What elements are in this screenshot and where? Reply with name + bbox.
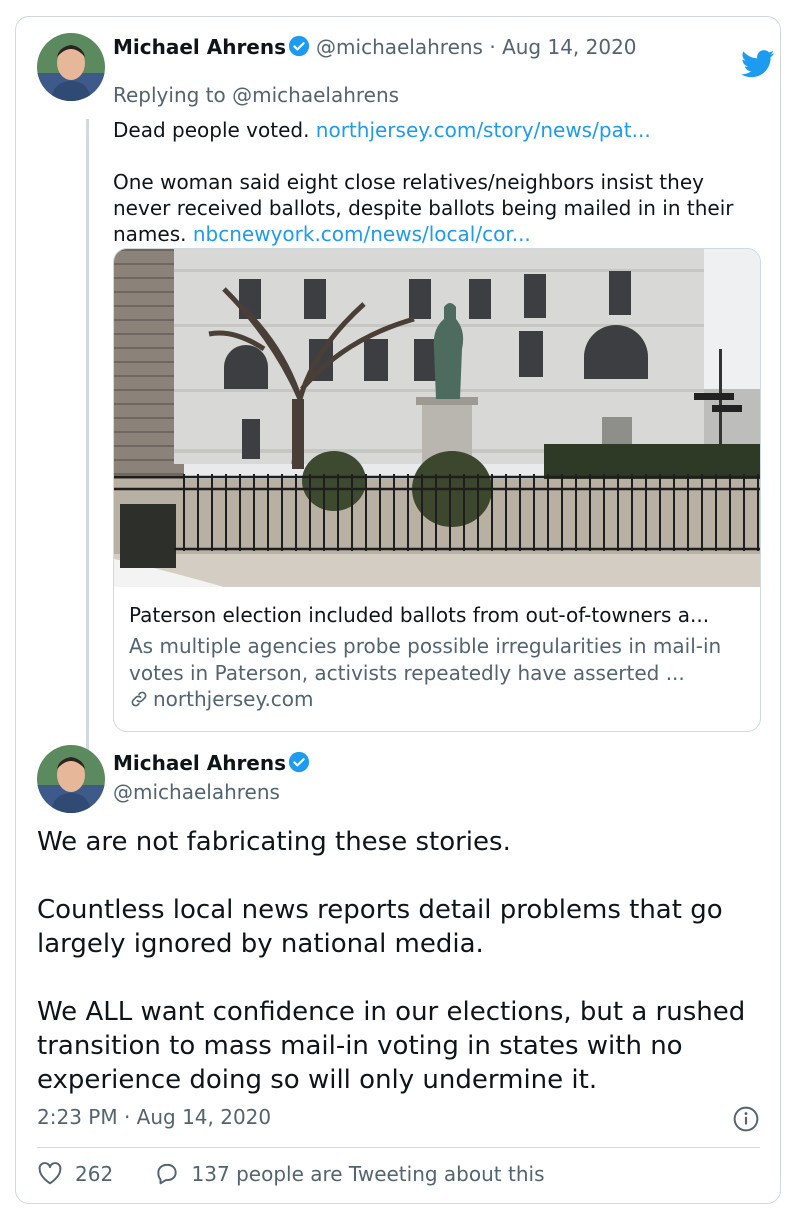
link-card-title[interactable]: Paterson election included ballots from … <box>129 603 749 627</box>
tweet1-link-2[interactable]: nbcnewyork.com/news/local/cor... <box>193 222 531 246</box>
tweet-embed-card: Michael Ahrens @michaelahrens · Aug 14, 2… <box>15 16 781 1204</box>
tweet1-text: Dead people voted. northjersey.com/story… <box>113 117 753 247</box>
replying-to[interactable]: Replying to @michaelahrens <box>113 83 399 107</box>
tweet2-header: Michael Ahrens <box>113 751 316 775</box>
tweet2-paragraph: We are not fabricating these stories. <box>37 827 511 857</box>
tweet1-para1: Dead people voted. <box>113 118 310 142</box>
avatar[interactable] <box>37 745 105 813</box>
link-domain-text: northjersey.com <box>153 687 314 711</box>
tweet-timestamp[interactable]: 2:23 PM · Aug 14, 2020 <box>37 1105 271 1129</box>
heart-icon[interactable] <box>37 1161 63 1185</box>
author-name[interactable]: Michael Ahrens <box>113 35 286 59</box>
link-preview-card[interactable]: Paterson election included ballots from … <box>113 248 761 732</box>
twitter-bird-icon[interactable] <box>741 50 775 78</box>
link-card-description: As multiple agencies probe possible irre… <box>129 634 722 685</box>
like-count[interactable]: 262 <box>75 1162 113 1186</box>
speech-bubble-icon[interactable] <box>154 1161 180 1185</box>
author-handle[interactable]: @michaelahrens <box>316 35 483 59</box>
tweet1-header: Michael Ahrens @michaelahrens · Aug 14, 2… <box>113 35 637 59</box>
verified-badge-icon <box>288 35 310 57</box>
avatar[interactable] <box>37 33 105 101</box>
author-handle[interactable]: @michaelahrens <box>113 780 280 804</box>
separator: · <box>489 35 496 59</box>
info-icon[interactable] <box>733 1106 759 1132</box>
link-card-domain: northjersey.com <box>129 687 314 711</box>
action-bar: 262 137 people are Tweeting about this <box>37 1161 545 1186</box>
tweet2-paragraph: We ALL want confidence in our elections,… <box>37 997 746 1095</box>
tweeting-about-link[interactable]: 137 people are Tweeting about this <box>192 1162 545 1186</box>
verified-badge-icon <box>288 751 310 773</box>
author-name[interactable]: Michael Ahrens <box>113 751 286 775</box>
divider <box>37 1147 760 1148</box>
link-icon <box>131 691 147 707</box>
tweet2-paragraph: Countless local news reports detail prob… <box>37 895 723 959</box>
thread-line <box>86 119 89 752</box>
tweet2-text: We are not fabricating these stories. Co… <box>37 825 767 1097</box>
tweet1-link-1[interactable]: northjersey.com/story/news/pat... <box>316 118 651 142</box>
tweet-date[interactable]: Aug 14, 2020 <box>502 35 636 59</box>
link-preview-image <box>114 249 760 587</box>
